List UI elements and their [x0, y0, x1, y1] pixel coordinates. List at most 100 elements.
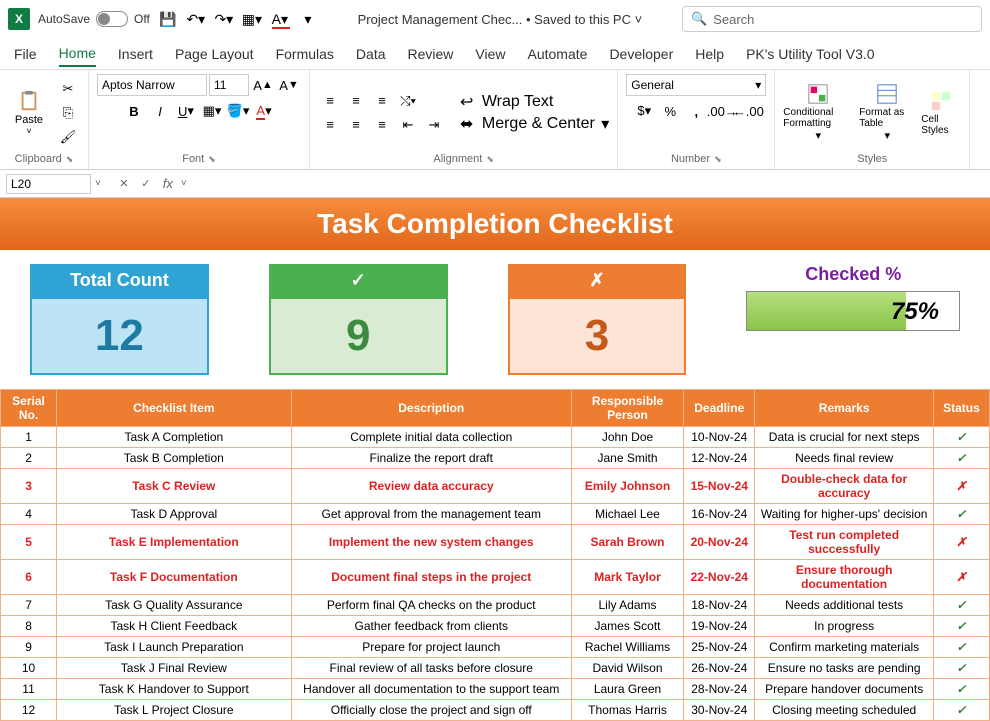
cell[interactable]: Waiting for higher-ups' decision — [755, 504, 933, 525]
cell[interactable]: 12 — [1, 700, 57, 721]
cell[interactable]: 10 — [1, 658, 57, 679]
borders-button[interactable]: ▦▾ — [200, 100, 224, 122]
cell[interactable]: 7 — [1, 595, 57, 616]
col-header[interactable]: Description — [291, 390, 571, 427]
cell[interactable]: 11 — [1, 679, 57, 700]
cell[interactable]: James Scott — [571, 616, 683, 637]
cancel-edit-icon[interactable]: ✕ — [115, 175, 133, 193]
col-header[interactable]: Serial No. — [1, 390, 57, 427]
cell[interactable]: Needs additional tests — [755, 595, 933, 616]
cell[interactable]: Final review of all tasks before closure — [291, 658, 571, 679]
cell[interactable]: 15-Nov-24 — [684, 469, 755, 504]
align-top-icon[interactable]: ≡ — [318, 90, 342, 112]
cell[interactable]: 3 — [1, 469, 57, 504]
paste-button[interactable]: Paste ˅ — [8, 83, 50, 143]
table-row[interactable]: 3Task C ReviewReview data accuracyEmily … — [1, 469, 990, 504]
cell[interactable]: Review data accuracy — [291, 469, 571, 504]
table-row[interactable]: 11Task K Handover to SupportHandover all… — [1, 679, 990, 700]
status-cell[interactable]: ✗ — [933, 525, 989, 560]
cell[interactable]: Emily Johnson — [571, 469, 683, 504]
cell[interactable]: 9 — [1, 637, 57, 658]
save-icon[interactable]: 💾 — [158, 9, 178, 29]
align-middle-icon[interactable]: ≡ — [344, 90, 368, 112]
cell[interactable]: Task K Handover to Support — [57, 679, 292, 700]
percent-icon[interactable]: % — [658, 100, 682, 122]
worksheet[interactable]: Task Completion Checklist Total Count 12… — [0, 198, 990, 721]
tab-pk-s-utility-tool-v3-0[interactable]: PK's Utility Tool V3.0 — [746, 42, 874, 66]
cell[interactable]: 25-Nov-24 — [684, 637, 755, 658]
alignment-launcher-icon[interactable]: ⬊ — [486, 154, 494, 165]
status-cell[interactable]: ✓ — [933, 616, 989, 637]
increase-font-icon[interactable]: A▲ — [251, 74, 275, 96]
cell[interactable]: 5 — [1, 525, 57, 560]
borders-icon[interactable]: ▦▾ — [242, 9, 262, 29]
tab-insert[interactable]: Insert — [118, 42, 153, 66]
cell[interactable]: Laura Green — [571, 679, 683, 700]
tab-file[interactable]: File — [14, 42, 37, 66]
fx-icon[interactable]: fx — [159, 175, 177, 193]
status-cell[interactable]: ✓ — [933, 679, 989, 700]
increase-decimal-icon[interactable]: .00→ — [710, 100, 734, 122]
cell[interactable]: Jane Smith — [571, 448, 683, 469]
cell[interactable]: Task G Quality Assurance — [57, 595, 292, 616]
cell[interactable]: Document final steps in the project — [291, 560, 571, 595]
cell[interactable]: 18-Nov-24 — [684, 595, 755, 616]
tab-page-layout[interactable]: Page Layout — [175, 42, 254, 66]
status-cell[interactable]: ✓ — [933, 658, 989, 679]
clipboard-launcher-icon[interactable]: ⬊ — [66, 154, 74, 165]
table-row[interactable]: 6Task F DocumentationDocument final step… — [1, 560, 990, 595]
cell[interactable]: Lily Adams — [571, 595, 683, 616]
tab-automate[interactable]: Automate — [528, 42, 588, 66]
cell[interactable]: 12-Nov-24 — [684, 448, 755, 469]
format-painter-icon[interactable]: 🖌 — [56, 126, 80, 148]
cell[interactable]: Task B Completion — [57, 448, 292, 469]
cell[interactable]: Complete initial data collection — [291, 427, 571, 448]
cell[interactable]: Task H Client Feedback — [57, 616, 292, 637]
tab-help[interactable]: Help — [695, 42, 724, 66]
toggle-icon[interactable] — [96, 11, 128, 27]
more-commands-icon[interactable]: ▾ — [298, 9, 318, 29]
table-row[interactable]: 7Task G Quality AssurancePerform final Q… — [1, 595, 990, 616]
tab-formulas[interactable]: Formulas — [276, 42, 334, 66]
cell[interactable]: Get approval from the management team — [291, 504, 571, 525]
cell[interactable]: 22-Nov-24 — [684, 560, 755, 595]
align-right-icon[interactable]: ≡ — [370, 114, 394, 136]
copy-icon[interactable]: ⎘ — [56, 102, 80, 124]
cell[interactable]: Perform final QA checks on the product — [291, 595, 571, 616]
cell[interactable]: Gather feedback from clients — [291, 616, 571, 637]
font-launcher-icon[interactable]: ⬊ — [208, 154, 216, 165]
status-cell[interactable]: ✗ — [933, 560, 989, 595]
col-header[interactable]: Responsible Person — [571, 390, 683, 427]
cell[interactable]: Double-check data for accuracy — [755, 469, 933, 504]
font-size-select[interactable] — [209, 74, 249, 96]
decrease-font-icon[interactable]: A▼ — [277, 74, 301, 96]
cell[interactable]: Ensure thorough documentation — [755, 560, 933, 595]
underline-button[interactable]: U▾ — [174, 100, 198, 122]
formula-dropdown-icon[interactable]: ˅ — [181, 178, 187, 189]
merge-center-button[interactable]: ⬌ Merge & Center ▾ — [460, 114, 609, 134]
align-bottom-icon[interactable]: ≡ — [370, 90, 394, 112]
cell[interactable]: Task D Approval — [57, 504, 292, 525]
table-row[interactable]: 9Task I Launch PreparationPrepare for pr… — [1, 637, 990, 658]
cell[interactable]: Closing meeting scheduled — [755, 700, 933, 721]
cell[interactable]: Handover all documentation to the suppor… — [291, 679, 571, 700]
table-row[interactable]: 1Task A CompletionComplete initial data … — [1, 427, 990, 448]
cell[interactable]: David Wilson — [571, 658, 683, 679]
font-name-select[interactable] — [97, 74, 207, 96]
increase-indent-icon[interactable]: ⇥ — [422, 114, 446, 136]
decrease-indent-icon[interactable]: ⇤ — [396, 114, 420, 136]
table-row[interactable]: 10Task J Final ReviewFinal review of all… — [1, 658, 990, 679]
table-row[interactable]: 2Task B CompletionFinalize the report dr… — [1, 448, 990, 469]
comma-icon[interactable]: , — [684, 100, 708, 122]
table-row[interactable]: 12Task L Project ClosureOfficially close… — [1, 700, 990, 721]
cell[interactable]: Task F Documentation — [57, 560, 292, 595]
status-cell[interactable]: ✓ — [933, 448, 989, 469]
table-row[interactable]: 4Task D ApprovalGet approval from the ma… — [1, 504, 990, 525]
cell[interactable]: In progress — [755, 616, 933, 637]
format-as-table-button[interactable]: Format as Table▾ — [859, 83, 915, 143]
tab-review[interactable]: Review — [408, 42, 454, 66]
cell[interactable]: Ensure no tasks are pending — [755, 658, 933, 679]
status-cell[interactable]: ✗ — [933, 469, 989, 504]
cell[interactable]: 30-Nov-24 — [684, 700, 755, 721]
tab-developer[interactable]: Developer — [609, 42, 673, 66]
